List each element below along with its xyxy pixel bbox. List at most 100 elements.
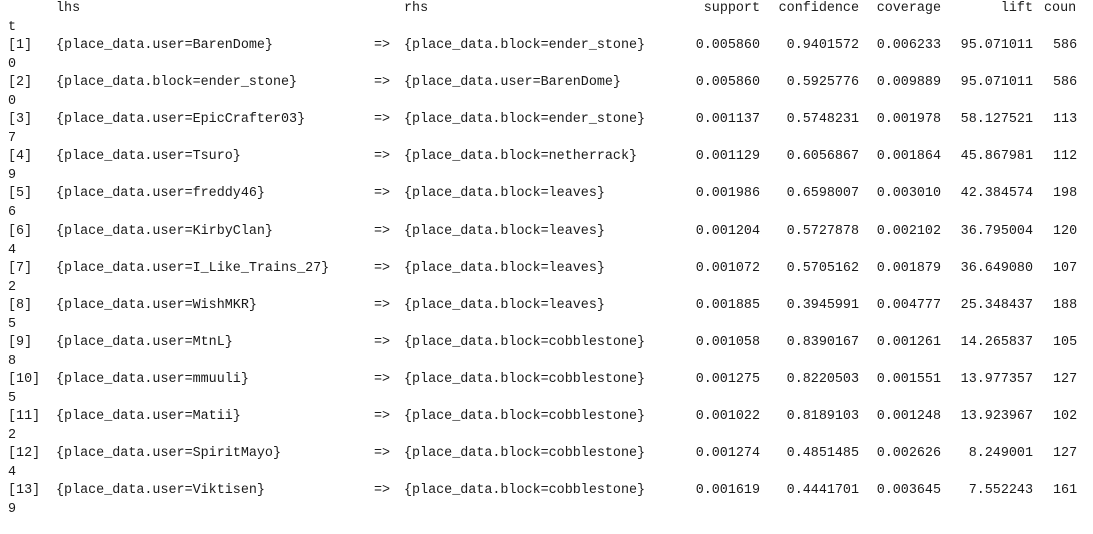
- rule-lhs: {place_data.user=freddy46}: [56, 186, 265, 201]
- rule-row-wrap: 2: [0, 427, 1093, 445]
- rule-count-wrap: 4: [8, 243, 17, 258]
- rule-count: 120: [1053, 224, 1078, 239]
- rule-confidence: 0.5748231: [786, 112, 859, 127]
- rule-rhs: {place_data.block=cobblestone}: [404, 335, 646, 350]
- rule-arrow: =>: [374, 75, 391, 90]
- rule-lift: 13.977357: [960, 372, 1033, 387]
- rule-coverage: 0.004777: [876, 298, 941, 313]
- header-row-wrap: t: [0, 19, 1093, 37]
- rule-row-wrap: 9: [0, 167, 1093, 185]
- rule-lift: 14.265837: [960, 335, 1033, 350]
- header-row: lhs rhs support confidence coverage lift…: [0, 0, 1093, 18]
- rule-index: [6]: [8, 224, 33, 239]
- rule-row-wrap: 0: [0, 56, 1093, 74]
- rule-rhs: {place_data.block=netherrack}: [404, 149, 638, 164]
- rule-count: 188: [1053, 298, 1078, 313]
- header-rhs: rhs: [404, 1, 429, 16]
- rule-coverage: 0.001879: [876, 261, 941, 276]
- rule-index: [10]: [8, 372, 41, 387]
- rule-arrow: =>: [374, 298, 391, 313]
- rule-lhs: {place_data.user=WishMKR}: [56, 298, 257, 313]
- rule-lhs: {place_data.user=SpiritMayo}: [56, 446, 281, 461]
- rule-arrow: =>: [374, 409, 391, 424]
- rule-count: 127: [1053, 372, 1078, 387]
- rule-index: [7]: [8, 261, 33, 276]
- rule-rhs: {place_data.block=leaves}: [404, 186, 605, 201]
- rule-arrow: =>: [374, 372, 391, 387]
- rule-count: 113: [1053, 112, 1078, 127]
- rule-rhs: {place_data.block=ender_stone}: [404, 38, 646, 53]
- rule-lift: 95.071011: [960, 38, 1033, 53]
- rule-support: 0.001022: [695, 409, 760, 424]
- rule-coverage: 0.002626: [876, 446, 941, 461]
- rule-count: 107: [1053, 261, 1078, 276]
- rule-lhs: {place_data.user=KirbyClan}: [56, 224, 273, 239]
- rule-index: [11]: [8, 409, 41, 424]
- rule-rhs: {place_data.block=leaves}: [404, 298, 605, 313]
- r-console-output[interactable]: lhs rhs support confidence coverage lift…: [0, 0, 1093, 534]
- rule-coverage: 0.006233: [876, 38, 941, 53]
- header-coverage: coverage: [876, 1, 941, 16]
- rule-index: [9]: [8, 335, 33, 350]
- rule-count: 198: [1053, 186, 1078, 201]
- rule-lhs: {place_data.user=Viktisen}: [56, 483, 265, 498]
- rule-coverage: 0.003645: [876, 483, 941, 498]
- rule-row-wrap: 0: [0, 93, 1093, 111]
- rule-row: [12] {place_data.user=SpiritMayo} => {place…: [0, 445, 1093, 463]
- rule-arrow: =>: [374, 224, 391, 239]
- rule-row: [6] {place_data.user=KirbyClan} => {place_d…: [0, 223, 1093, 241]
- rule-index: [4]: [8, 149, 33, 164]
- rule-row-wrap: 8: [0, 353, 1093, 371]
- rule-support: 0.001275: [695, 372, 760, 387]
- rule-row-wrap: 9: [0, 501, 1093, 519]
- rule-rhs: {place_data.user=BarenDome}: [404, 75, 621, 90]
- rule-coverage: 0.003010: [876, 186, 941, 201]
- rule-confidence: 0.5925776: [786, 75, 859, 90]
- rule-index: [5]: [8, 186, 33, 201]
- rule-count: 112: [1053, 149, 1078, 164]
- rule-index: [2]: [8, 75, 33, 90]
- rule-lhs: {place_data.user=Tsuro}: [56, 149, 241, 164]
- rule-row: [13] {place_data.user=Viktisen} => {place_d…: [0, 482, 1093, 500]
- rule-confidence: 0.6598007: [786, 186, 859, 201]
- rule-lhs: {place_data.block=ender_stone}: [56, 75, 298, 90]
- rule-support: 0.001885: [695, 298, 760, 313]
- rule-lift: 25.348437: [960, 298, 1033, 313]
- rule-count-wrap: 2: [8, 428, 17, 443]
- rule-rhs: {place_data.block=leaves}: [404, 224, 605, 239]
- rule-row: [4] {place_data.user=Tsuro} => {place_data.…: [0, 148, 1093, 166]
- rule-count-wrap: 9: [8, 168, 17, 183]
- rule-rhs: {place_data.block=cobblestone}: [404, 372, 646, 387]
- rule-confidence: 0.5727878: [786, 224, 859, 239]
- rule-coverage: 0.001864: [876, 149, 941, 164]
- rule-index: [13]: [8, 483, 41, 498]
- rule-support: 0.001274: [695, 446, 760, 461]
- rule-lhs: {place_data.user=I_Like_Trains_27}: [56, 261, 330, 276]
- rule-arrow: =>: [374, 483, 391, 498]
- rule-lift: 58.127521: [960, 112, 1033, 127]
- rule-rhs: {place_data.block=cobblestone}: [404, 483, 646, 498]
- rule-count-wrap: 5: [8, 317, 17, 332]
- rule-arrow: =>: [374, 38, 391, 53]
- rule-lift: 7.552243: [968, 483, 1033, 498]
- rule-arrow: =>: [374, 186, 391, 201]
- rule-coverage: 0.001248: [876, 409, 941, 424]
- rule-count: 586: [1053, 38, 1078, 53]
- rule-confidence: 0.8390167: [786, 335, 859, 350]
- header-count-wrap: t: [8, 20, 17, 35]
- rule-confidence: 0.6056867: [786, 149, 859, 164]
- rule-lhs: {place_data.user=mmuuli}: [56, 372, 249, 387]
- rule-count-wrap: 6: [8, 205, 17, 220]
- rule-row-wrap: 4: [0, 242, 1093, 260]
- rule-support: 0.001129: [695, 149, 760, 164]
- rule-row: [8] {place_data.user=WishMKR} => {place_dat…: [0, 297, 1093, 315]
- header-lift: lift: [1000, 1, 1033, 16]
- rule-rhs: {place_data.block=leaves}: [404, 261, 605, 276]
- rule-confidence: 0.8189103: [786, 409, 859, 424]
- rule-support: 0.005860: [695, 75, 760, 90]
- rule-lift: 42.384574: [960, 186, 1033, 201]
- rule-support: 0.001204: [695, 224, 760, 239]
- rule-lift: 36.795004: [960, 224, 1033, 239]
- rule-rhs: {place_data.block=cobblestone}: [404, 446, 646, 461]
- rule-row: [9] {place_data.user=MtnL} => {place_data.b…: [0, 334, 1093, 352]
